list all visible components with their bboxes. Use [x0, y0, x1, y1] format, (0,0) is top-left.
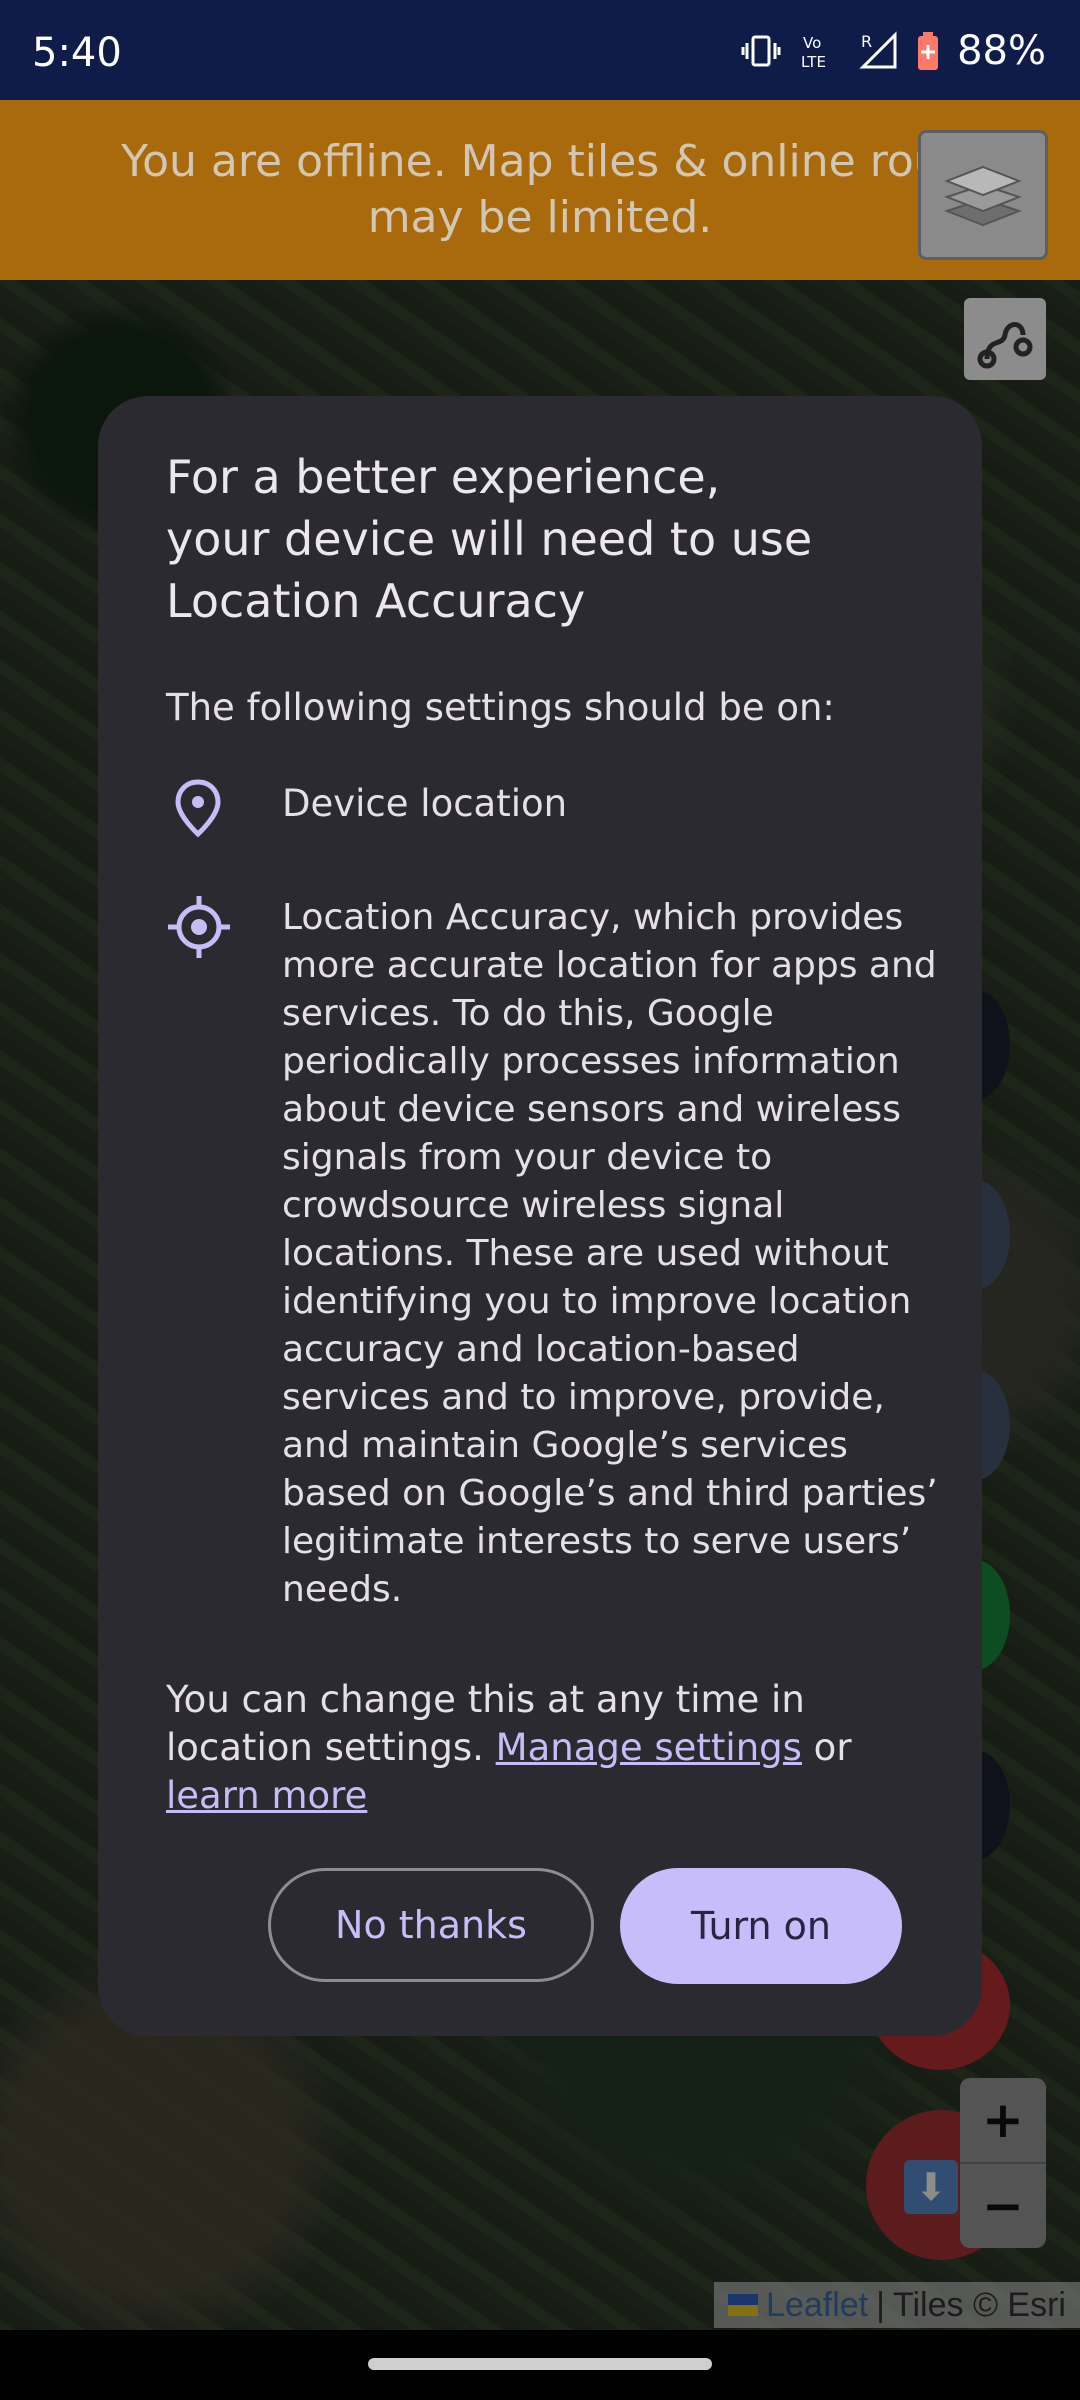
signal-icon: R	[859, 31, 897, 69]
gps-target-icon	[168, 896, 230, 958]
battery-icon	[918, 32, 939, 70]
route-button[interactable]	[964, 298, 1046, 380]
manage-settings-link[interactable]: Manage settings	[496, 1726, 802, 1769]
device-location-label: Device location	[282, 782, 568, 825]
status-time: 5:40	[32, 30, 122, 76]
svg-text:R: R	[861, 32, 872, 51]
turn-on-button[interactable]: Turn on	[620, 1868, 902, 1984]
route-icon	[977, 322, 1033, 369]
status-icons: Vo LTE R 88%	[741, 28, 1046, 74]
location-accuracy-dialog: For a better experience, your device wil…	[98, 396, 982, 2036]
dialog-title: For a better experience, your device wil…	[166, 450, 813, 628]
vibrate-icon	[741, 35, 781, 67]
dialog-subtitle: The following settings should be on:	[166, 686, 835, 729]
layers-button[interactable]	[918, 130, 1048, 260]
status-bar: 5:40 Vo LTE R 88%	[0, 0, 1080, 100]
svg-text:Vo: Vo	[803, 34, 821, 52]
volte-icon: Vo LTE	[801, 34, 826, 71]
battery-percent: 88%	[957, 28, 1046, 74]
layers-icon	[944, 165, 1022, 227]
svg-text:LTE: LTE	[801, 53, 826, 71]
change-text-or: or	[801, 1726, 852, 1769]
no-thanks-button[interactable]: No thanks	[268, 1868, 594, 1982]
change-settings-text: You can change this at any time in locat…	[166, 1676, 926, 1820]
location-pin-icon	[175, 779, 221, 838]
home-gesture-handle[interactable]	[368, 2358, 712, 2370]
offline-message: You are offline. Map tiles & online rout…	[121, 136, 959, 243]
location-accuracy-description: Location Accuracy, which provides more a…	[282, 897, 938, 1610]
navigation-bar	[0, 2330, 1080, 2400]
learn-more-link[interactable]: learn more	[166, 1774, 367, 1817]
